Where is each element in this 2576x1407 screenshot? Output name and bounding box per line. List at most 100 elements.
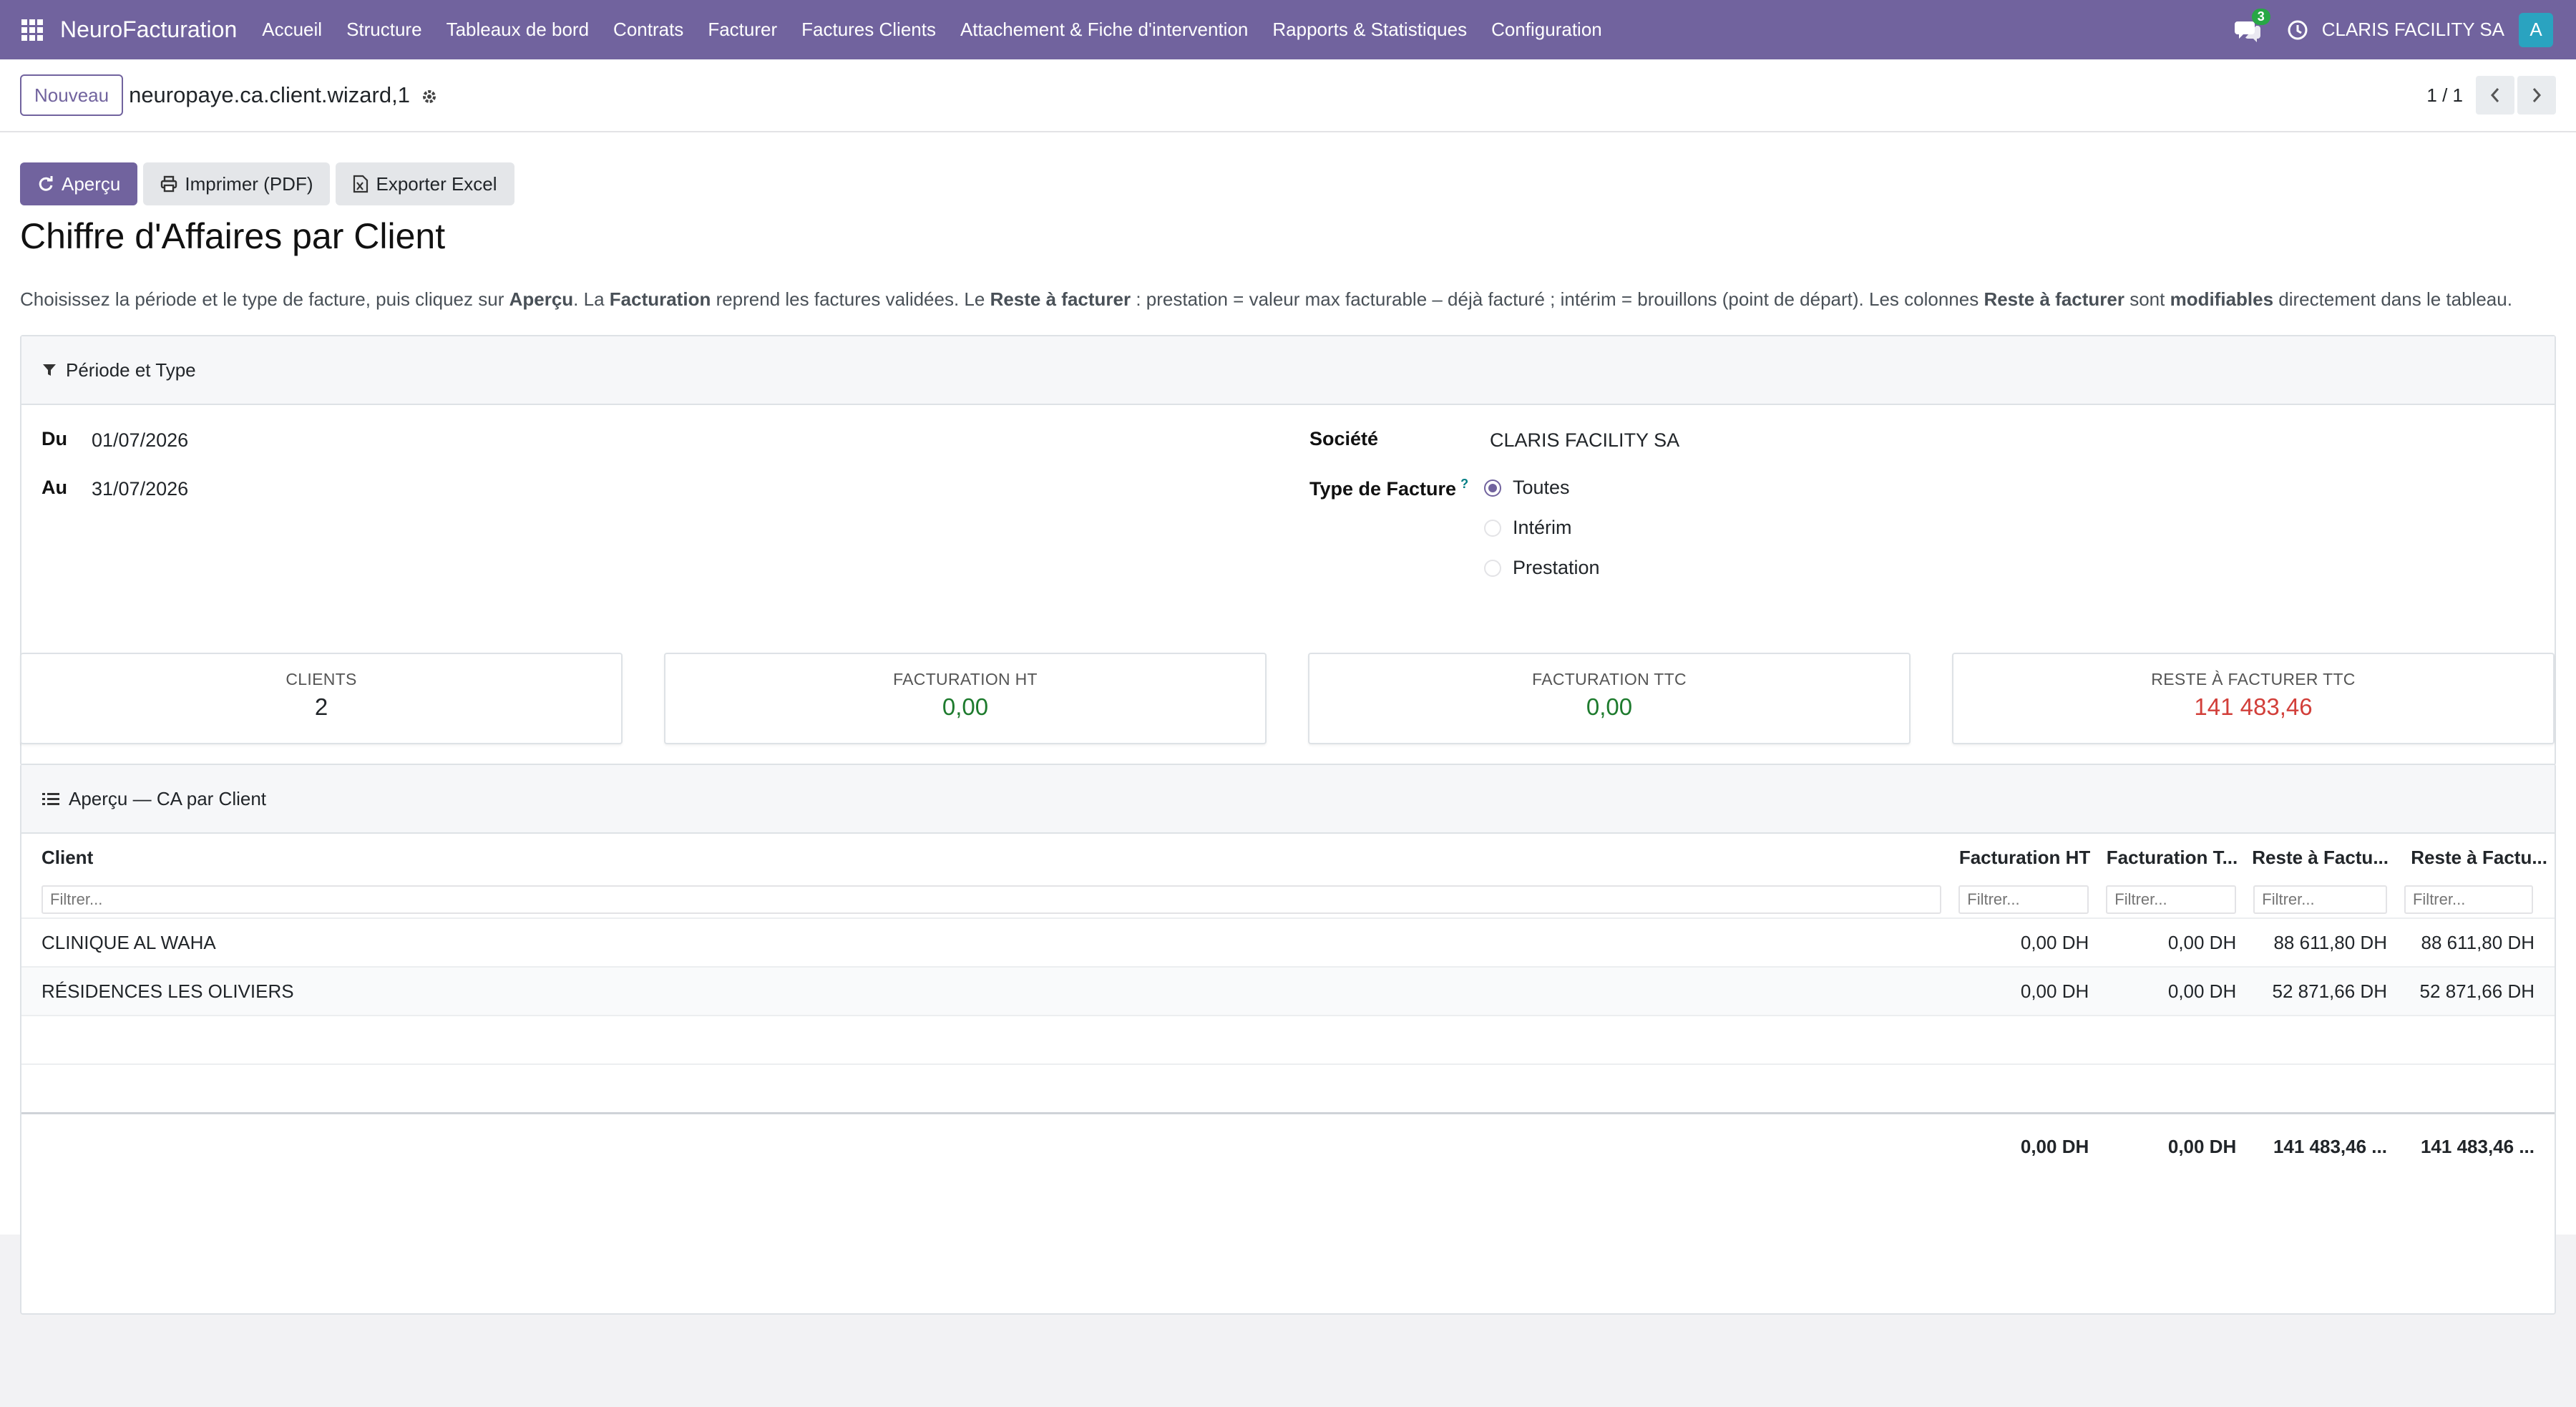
radio-interim-label: Intérim	[1513, 517, 1572, 538]
cell-facturation-ttc: 0,00 DH	[2097, 917, 2245, 967]
filter-input-facturation-ht[interactable]	[1958, 885, 2089, 914]
action-buttons: Aperçu Imprimer (PDF) Exporter Excel	[20, 162, 520, 205]
help-text-bold: Reste à facturer	[990, 288, 1131, 310]
company-field[interactable]: CLARIS FACILITY SA	[1490, 429, 1679, 452]
help-tooltip-icon[interactable]: ?	[1460, 477, 1468, 491]
date-to-label: Au	[42, 477, 67, 498]
pager: 1 / 1	[2426, 76, 2576, 115]
total-reste-ht: 141 483,46 ...	[2245, 1111, 2396, 1180]
invoice-type-label: Type de Facture?	[1309, 477, 1468, 500]
cell-reste-ttc[interactable]: 52 871,66 DH	[2395, 966, 2555, 1016]
help-text-part: reprend les factures validées. Le	[711, 288, 990, 310]
help-text-bold: Aperçu	[509, 288, 574, 310]
preview-button-label: Aperçu	[62, 172, 121, 195]
date-from-field[interactable]: 01/07/2026	[92, 429, 188, 452]
preview-button[interactable]: Aperçu	[20, 162, 138, 205]
help-text-bold: Reste à facturer	[1984, 288, 2124, 310]
kpi-label: Facturation TTC	[1532, 670, 1687, 688]
record-name: neuropaye.ca.client.wizard,1	[129, 82, 410, 107]
help-text-bold: modifiables	[2170, 288, 2274, 310]
cell-reste-ht[interactable]: 88 611,80 DH	[2245, 917, 2396, 967]
chat-count-badge: 3	[2251, 8, 2270, 25]
menu-item-tableaux-de-bord[interactable]: Tableaux de bord	[447, 19, 589, 41]
gear-icon[interactable]	[420, 86, 439, 104]
radio-toutes[interactable]: Toutes	[1484, 477, 1570, 499]
ca-client-table-panel: Aperçu — CA par Client Client Facturatio…	[20, 764, 2556, 1315]
empty-row	[21, 1063, 2555, 1113]
menu-item-contrats[interactable]: Contrats	[613, 19, 683, 41]
print-pdf-button[interactable]: Imprimer (PDF)	[143, 162, 331, 205]
help-text-part: : prestation = valeur max facturable – d…	[1131, 288, 1984, 310]
form-sheet: Aperçu Imprimer (PDF) Exporter Excel Chi…	[0, 132, 2576, 1315]
menu-item-rapports[interactable]: Rapports & Statistiques	[1272, 19, 1467, 41]
radio-prestation[interactable]: Prestation	[1484, 557, 1600, 579]
apps-grid-icon[interactable]	[21, 19, 43, 41]
breadcrumb: neuropaye.ca.client.wizard,1	[129, 82, 439, 108]
app-brand[interactable]: NeuroFacturation	[60, 16, 237, 43]
cell-reste-ht[interactable]: 52 871,66 DH	[2245, 966, 2396, 1016]
cell-reste-ttc[interactable]: 88 611,80 DH	[2395, 917, 2555, 967]
chevron-left-icon	[2490, 88, 2499, 102]
cell-facturation-ht: 0,00 DH	[1950, 966, 2098, 1016]
filter-input-reste-ht[interactable]	[2253, 885, 2387, 914]
menu-item-attachement[interactable]: Attachement & Fiche d'intervention	[960, 19, 1248, 41]
empty-row	[21, 1015, 2555, 1064]
chat-icon[interactable]: 3	[2234, 8, 2270, 44]
column-header-reste-ttc[interactable]: Reste à Factu...	[2396, 834, 2555, 881]
cell-facturation-ht: 0,00 DH	[1950, 917, 2098, 967]
radio-interim[interactable]: Intérim	[1484, 517, 1572, 539]
kpi-value: 141 483,46	[2194, 693, 2313, 720]
menu-item-accueil[interactable]: Accueil	[262, 19, 322, 41]
filter-input-facturation-ttc[interactable]	[2106, 885, 2237, 914]
help-text-bold: Facturation	[609, 288, 711, 310]
table-row[interactable]: CLINIQUE AL WAHA 0,00 DH 0,00 DH 88 611,…	[21, 917, 2555, 967]
refresh-icon	[39, 176, 53, 191]
activity-clock-icon[interactable]	[2286, 19, 2309, 42]
help-text-part: Choisissez la période et le type de fact…	[20, 288, 509, 310]
pager-next-button[interactable]	[2517, 76, 2556, 115]
help-text-part: sont	[2124, 288, 2170, 310]
filter-input-client[interactable]	[42, 885, 1942, 914]
export-excel-button-label: Exporter Excel	[376, 172, 497, 195]
date-from-label: Du	[42, 428, 67, 449]
kpi-label: Facturation HT	[893, 670, 1038, 688]
user-avatar[interactable]: A	[2519, 12, 2553, 47]
ca-client-table: Client Facturation HT Facturation T... R…	[21, 834, 2555, 1180]
kpi-card-facturation-ttc: Facturation TTC 0,00	[1308, 653, 1911, 744]
column-header-facturation-ttc[interactable]: Facturation T...	[2097, 834, 2245, 881]
help-text: Choisissez la période et le type de fact…	[20, 288, 2512, 311]
filter-input-reste-ttc[interactable]	[2404, 885, 2533, 914]
column-header-reste-ht[interactable]: Reste à Factu...	[2245, 834, 2396, 881]
radio-unchecked-icon[interactable]	[1484, 519, 1501, 537]
top-navbar: NeuroFacturation Accueil Structure Table…	[0, 0, 2576, 59]
column-header-client[interactable]: Client	[21, 834, 1950, 881]
column-header-facturation-ht[interactable]: Facturation HT	[1950, 834, 2097, 881]
kpi-card-facturation-ht: Facturation HT 0,00	[664, 653, 1267, 744]
date-to-field[interactable]: 31/07/2026	[92, 478, 188, 500]
totals-row: 0,00 DH 0,00 DH 141 483,46 ... 141 483,4…	[21, 1111, 2555, 1180]
print-pdf-button-label: Imprimer (PDF)	[185, 172, 313, 195]
export-excel-button[interactable]: Exporter Excel	[336, 162, 514, 205]
table-heading: Aperçu — CA par Client	[69, 787, 267, 809]
help-text-part: . La	[573, 288, 610, 310]
menu-item-facturer[interactable]: Facturer	[708, 19, 777, 41]
menu-item-configuration[interactable]: Configuration	[1491, 19, 1602, 41]
radio-checked-icon[interactable]	[1484, 479, 1501, 497]
company-switcher[interactable]: CLARIS FACILITY SA	[2322, 19, 2504, 41]
new-button[interactable]: Nouveau	[20, 74, 124, 116]
table-row[interactable]: RÉSIDENCES LES OLIVIERS 0,00 DH 0,00 DH …	[21, 966, 2555, 1016]
total-reste-ttc: 141 483,46 ...	[2395, 1111, 2555, 1180]
pager-value: 1 / 1	[2426, 84, 2463, 106]
radio-unchecked-icon[interactable]	[1484, 559, 1501, 577]
kpi-value: 0,00	[1586, 693, 1633, 720]
cell-facturation-ttc: 0,00 DH	[2097, 966, 2245, 1016]
invoice-type-label-text: Type de Facture	[1309, 478, 1457, 500]
company-label: Société	[1309, 428, 1379, 449]
menu-item-structure[interactable]: Structure	[346, 19, 422, 41]
menu-item-factures-clients[interactable]: Factures Clients	[801, 19, 936, 41]
kpi-value: 2	[314, 693, 328, 720]
pager-previous-button[interactable]	[2476, 76, 2514, 115]
cell-client: RÉSIDENCES LES OLIVIERS	[21, 966, 1951, 1016]
page-title: Chiffre d'Affaires par Client	[20, 216, 446, 256]
kpi-label: Reste à facturer TTC	[2151, 670, 2356, 688]
